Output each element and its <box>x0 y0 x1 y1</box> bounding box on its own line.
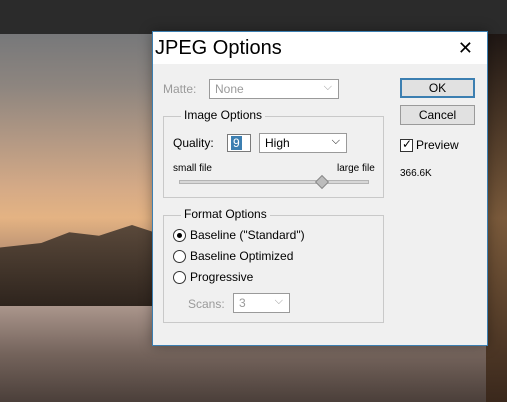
baseline-standard-label: Baseline ("Standard") <box>190 228 305 242</box>
scans-label: Scans: <box>188 297 225 311</box>
chevron-down-icon: ⌵ <box>331 135 340 147</box>
preview-label: Preview <box>416 138 459 152</box>
dialog-title: JPEG Options <box>155 37 282 59</box>
cancel-button[interactable]: Cancel <box>400 105 475 125</box>
small-file-label: small file <box>173 163 212 174</box>
progressive-label: Progressive <box>190 270 254 284</box>
matte-select[interactable]: None ⌵ <box>209 79 339 99</box>
matte-label: Matte: <box>163 82 197 96</box>
quality-label: Quality: <box>173 136 214 150</box>
file-size: 366.6K <box>400 168 432 179</box>
preview-checkbox[interactable]: ✓ <box>400 137 413 152</box>
baseline-optimized-label: Baseline Optimized <box>190 249 294 263</box>
scans-select[interactable]: 3 ⌵ <box>233 293 290 313</box>
chevron-down-icon: ⌵ <box>274 295 283 307</box>
dialog-titlebar: JPEG Options ✕ <box>153 32 487 64</box>
left-cliff <box>0 225 165 306</box>
right-cliff <box>486 34 507 402</box>
checkmark-icon: ✓ <box>402 137 413 151</box>
quality-preset-select[interactable]: High ⌵ <box>259 133 347 153</box>
image-options-group <box>163 116 384 198</box>
quality-slider-track[interactable] <box>179 180 369 184</box>
close-icon[interactable]: ✕ <box>458 38 473 59</box>
quality-input[interactable]: 9 <box>227 134 251 152</box>
format-options-legend: Format Options <box>181 207 270 221</box>
jpeg-options-dialog: JPEG Options ✕ Matte: None ⌵ Image Optio… <box>152 31 488 346</box>
app-top-bar <box>0 0 507 34</box>
image-options-legend: Image Options <box>181 108 266 122</box>
radio-baseline-optimized[interactable] <box>173 250 186 263</box>
ok-button[interactable]: OK <box>400 78 475 98</box>
radio-baseline-standard[interactable] <box>173 229 186 242</box>
radio-progressive[interactable] <box>173 271 186 284</box>
large-file-label: large file <box>337 163 375 174</box>
chevron-down-icon: ⌵ <box>323 81 332 93</box>
